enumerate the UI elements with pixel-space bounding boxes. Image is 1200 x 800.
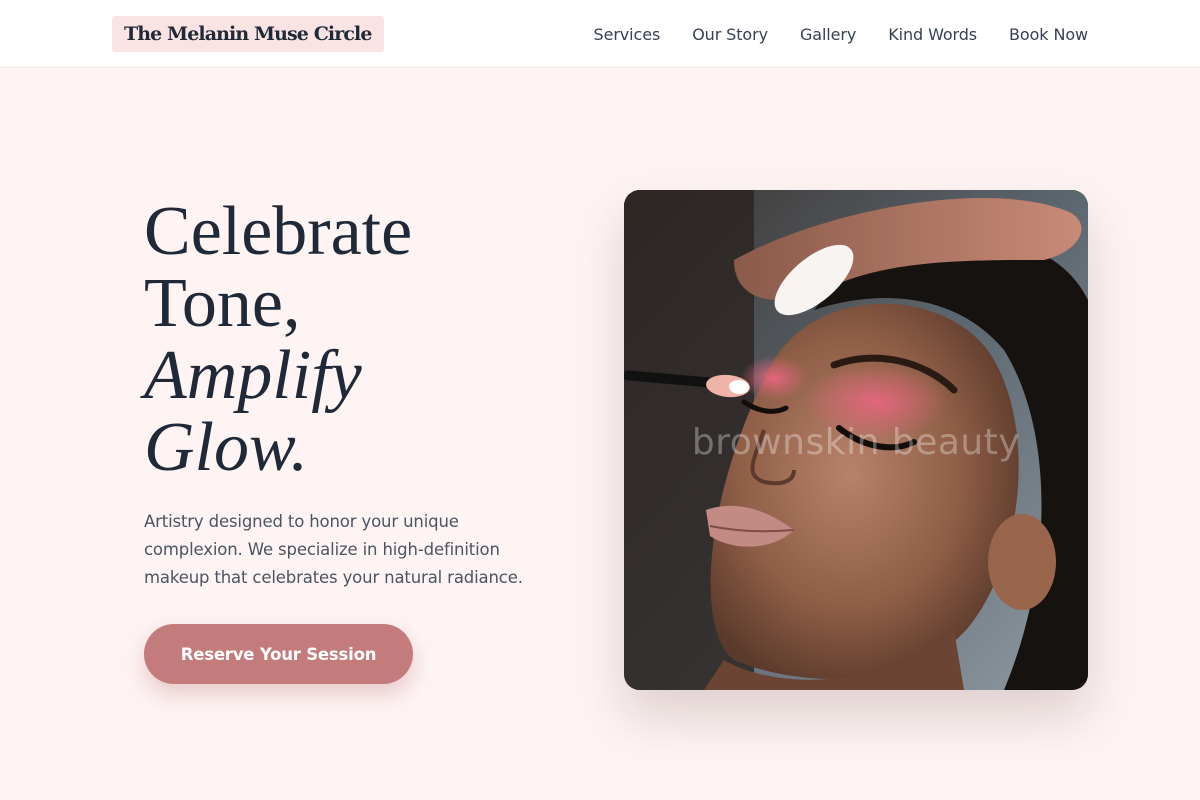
hero-title-line: Celebrate — [144, 193, 413, 270]
nav-link-book-now[interactable]: Book Now — [1009, 25, 1088, 44]
main-nav: Services Our Story Gallery Kind Words Bo… — [594, 0, 1089, 68]
nav-link-services[interactable]: Services — [594, 25, 661, 44]
reserve-session-button[interactable]: Reserve Your Session — [144, 624, 413, 684]
hero-title-line-italic: Amplify — [144, 337, 362, 414]
nav-link-kind-words[interactable]: Kind Words — [888, 25, 977, 44]
hero-title-line: Tone, — [144, 265, 301, 342]
hero-title-line-italic: Glow. — [144, 409, 308, 486]
hero-image: brownskin beauty — [624, 190, 1088, 690]
nav-link-gallery[interactable]: Gallery — [800, 25, 856, 44]
site-logo[interactable]: The Melanin Muse Circle — [112, 16, 384, 52]
hero-subtitle: Artistry designed to honor your unique c… — [144, 512, 523, 587]
hero-title: Celebrate Tone, Amplify Glow. — [144, 196, 564, 484]
nav-link-our-story[interactable]: Our Story — [692, 25, 768, 44]
image-watermark: brownskin beauty — [691, 422, 1021, 463]
site-header: The Melanin Muse Circle Services Our Sto… — [0, 0, 1200, 68]
